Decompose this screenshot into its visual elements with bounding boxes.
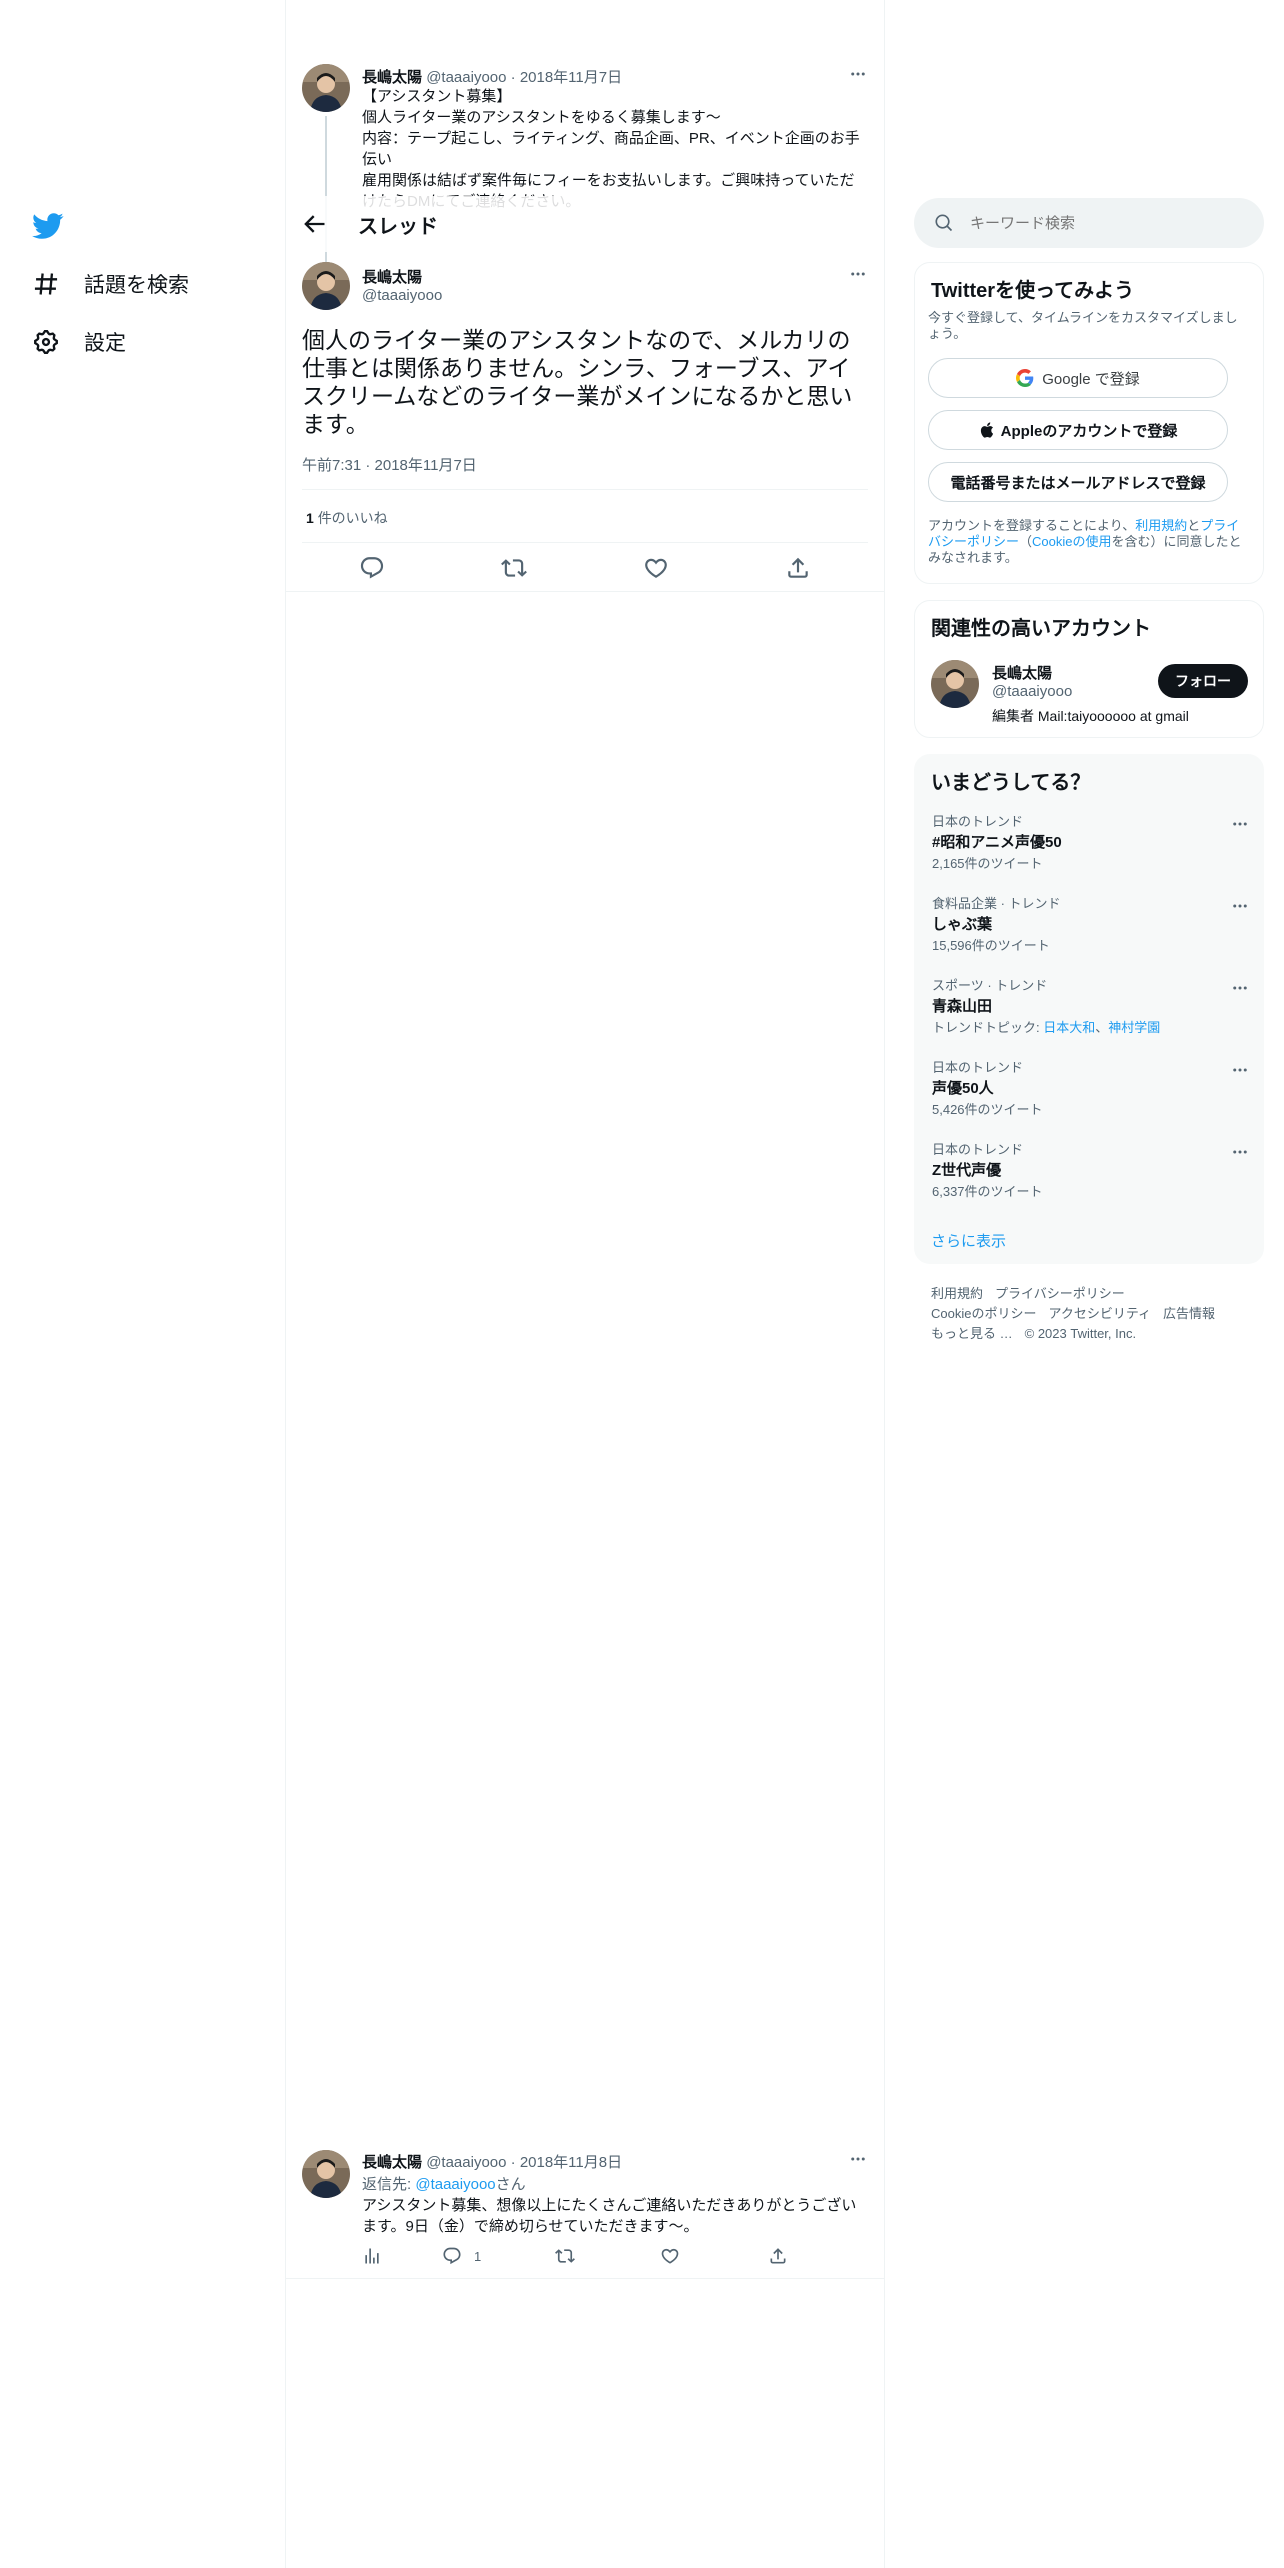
tweet-text: アシスタント募集、想像以上にたくさんご連絡いただきありがとうございます。9日（金…	[362, 2197, 857, 2235]
reply-context: 返信先: @taaaiyoooさん	[362, 2176, 526, 2193]
footer-more-link[interactable]: もっと見る …	[931, 1326, 1013, 1341]
related-title: 関連性の高いアカウント	[931, 618, 1151, 640]
apple-icon	[979, 421, 997, 439]
trends-title: いまどうしてる？	[931, 772, 1091, 794]
apple-signup-label: Appleのアカウントで登録	[1000, 422, 1178, 440]
signup-subtitle: 今すぐ登録して、タイムラインをカスタマイズしましょう。	[928, 310, 1238, 341]
tweet-text: 【アシスタント募集】 個人ライター業のアシスタントをゆるく募集します〜 内容：テ…	[362, 88, 860, 210]
likes-stat[interactable]: 1 件のいいね	[306, 508, 388, 528]
main-column-right-border	[884, 0, 885, 2568]
google-signup-button[interactable]: Google で登録	[928, 358, 1228, 398]
author-handle[interactable]: @taaaiyooo	[426, 2154, 506, 2171]
likes-label: 件のいいね	[317, 510, 388, 526]
nav-settings-label: 設定	[84, 332, 126, 355]
signup-title: Twitterを使ってみよう	[931, 280, 1135, 302]
twitter-logo-icon[interactable]	[32, 210, 64, 242]
author-name[interactable]: 長嶋太陽	[362, 2154, 422, 2171]
tweet-text: 個人のライター業のアシスタントなので、メルカリの仕事とは関係ありません。シンラ、…	[302, 327, 853, 437]
author-handle[interactable]: @taaaiyooo	[426, 69, 506, 86]
search-input[interactable]	[970, 211, 1240, 235]
avatar[interactable]	[302, 64, 350, 112]
related-account-handle[interactable]: @taaaiyooo	[992, 683, 1072, 700]
more-icon[interactable]	[848, 64, 868, 84]
main-column-left-border	[285, 0, 286, 2568]
tweet-header: 長嶋太陽 @taaaiyooo · 2018年11月8日	[362, 2154, 623, 2171]
reply-to-link[interactable]: @taaaiyooo	[415, 2176, 495, 2193]
more-icon[interactable]	[1230, 1060, 1250, 1080]
footer-links: 利用規約 プライバシーポリシー Cookieのポリシー アクセシビリティ 広告情報 も…	[931, 1284, 1261, 1344]
trend-topics: トレンドトピック: 日本大和、神村学園	[932, 1020, 1161, 1035]
trend-item[interactable]: 日本のトレンド #昭和アニメ声優50 2,165件のツイート	[932, 814, 1250, 872]
like-heart-icon[interactable]	[643, 555, 669, 581]
show-more-link[interactable]: さらに表示	[931, 1230, 1006, 1251]
tweet-header: 長嶋太陽 @taaaiyooo · 2018年11月7日	[362, 69, 623, 86]
follow-button[interactable]: フォロー	[1158, 664, 1248, 698]
terms-link[interactable]: 利用規約	[1135, 518, 1187, 533]
more-icon[interactable]	[848, 2149, 868, 2169]
avatar[interactable]	[931, 660, 979, 708]
back-arrow-icon[interactable]	[300, 210, 328, 238]
related-account-name[interactable]: 長嶋太陽	[992, 662, 1052, 683]
reply-action[interactable]: 1	[442, 2246, 481, 2266]
trend-item[interactable]: 日本のトレンド 声優50人 5,426件のツイート	[932, 1060, 1250, 1118]
tweet-date[interactable]: 2018年11月8日	[520, 2154, 622, 2171]
reply-icon[interactable]	[359, 555, 385, 581]
reply-icon	[442, 2246, 462, 2266]
share-icon[interactable]	[768, 2246, 788, 2266]
tweet-date[interactable]: 2018年11月7日	[520, 69, 622, 86]
tweet-timestamp[interactable]: 午前7:31 · 2018年11月7日	[302, 454, 477, 475]
copyright-text: © 2023 Twitter, Inc.	[1024, 1326, 1137, 1341]
share-icon[interactable]	[785, 555, 811, 581]
footer-accessibility-link[interactable]: アクセシビリティ	[1048, 1306, 1151, 1321]
nav-explore-label: 話題を検索	[84, 274, 189, 297]
phone-email-signup-label: 電話番号またはメールアドレスで登録	[950, 474, 1206, 492]
more-icon[interactable]	[848, 264, 868, 284]
apple-signup-button[interactable]: Appleのアカウントで登録	[928, 410, 1228, 450]
footer-terms-link[interactable]: 利用規約	[931, 1286, 983, 1301]
footer-cookie-link[interactable]: Cookieのポリシー	[931, 1306, 1036, 1321]
topic-link[interactable]: 神村学園	[1108, 1020, 1160, 1035]
more-icon[interactable]	[1230, 896, 1250, 916]
google-signup-label: Google で登録	[1042, 370, 1140, 388]
google-icon	[1016, 369, 1034, 387]
nav-explore[interactable]: 話題を検索	[32, 258, 189, 310]
phone-email-signup-button[interactable]: 電話番号またはメールアドレスで登録	[928, 462, 1228, 502]
author-name[interactable]: 長嶋太陽	[362, 266, 422, 287]
analytics-icon[interactable]	[362, 2246, 382, 2266]
avatar[interactable]	[302, 262, 350, 310]
more-icon[interactable]	[1230, 814, 1250, 834]
reply-count: 1	[474, 2248, 482, 2264]
retweet-icon[interactable]	[555, 2246, 575, 2266]
trend-item[interactable]: スポーツ · トレンド 青森山田 トレンドトピック: 日本大和、神村学園	[932, 978, 1250, 1036]
author-handle[interactable]: @taaaiyooo	[362, 287, 442, 304]
more-icon[interactable]	[1230, 978, 1250, 998]
signup-legal: アカウントを登録することにより、利用規約とプライバシーポリシー（Cookieの使…	[928, 518, 1242, 565]
search-icon	[934, 213, 954, 233]
related-account-bio: 編集者 Mail:taiyoooooo at gmail	[992, 708, 1189, 724]
nav-settings[interactable]: 設定	[32, 316, 126, 368]
likes-count: 1	[306, 510, 314, 526]
trend-item[interactable]: 食料品企業 · トレンド しゃぶ葉 15,596件のツイート	[932, 896, 1250, 954]
avatar[interactable]	[302, 2150, 350, 2198]
like-heart-icon[interactable]	[660, 2246, 680, 2266]
trend-item[interactable]: 日本のトレンド Z世代声優 6,337件のツイート	[932, 1142, 1250, 1200]
author-name[interactable]: 長嶋太陽	[362, 69, 422, 86]
search-box[interactable]	[914, 198, 1264, 248]
topic-link[interactable]: 日本大和	[1043, 1020, 1095, 1035]
footer-privacy-link[interactable]: プライバシーポリシー	[995, 1286, 1125, 1301]
more-icon[interactable]	[1230, 1142, 1250, 1162]
retweet-icon[interactable]	[501, 555, 527, 581]
hashtag-icon	[32, 270, 60, 298]
thread-header: スレッド	[286, 196, 884, 252]
gear-icon	[32, 328, 60, 356]
cookie-link[interactable]: Cookieの使用	[1032, 534, 1111, 549]
page-title: スレッド	[358, 216, 438, 238]
footer-ads-link[interactable]: 広告情報	[1163, 1306, 1215, 1321]
